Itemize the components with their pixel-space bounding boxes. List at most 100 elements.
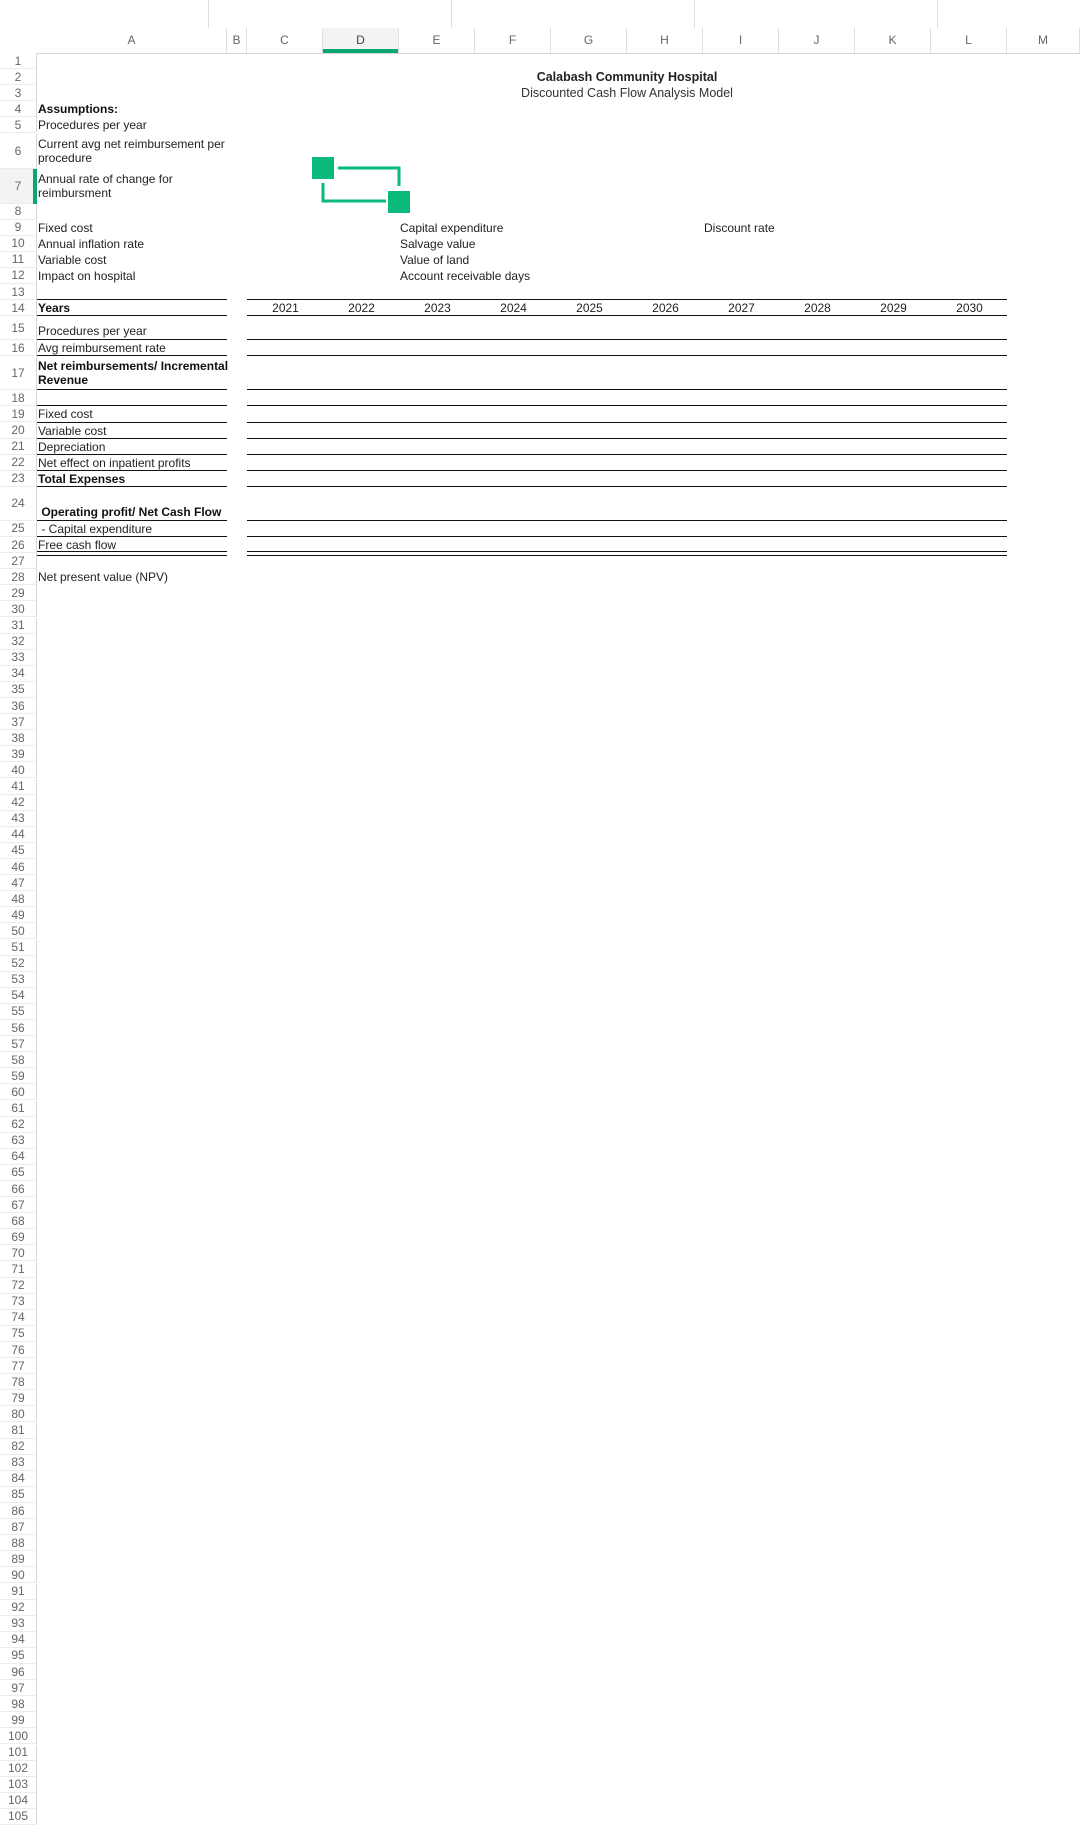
row-header-8[interactable]: 8 — [0, 203, 37, 220]
row-header-2[interactable]: 2 — [0, 69, 37, 86]
row-header-83[interactable]: 83 — [0, 1454, 37, 1471]
row-header-16[interactable]: 16 — [0, 340, 37, 357]
row-header-45[interactable]: 45 — [0, 842, 37, 859]
row-header-17[interactable]: 17 — [0, 356, 37, 391]
row-header-32[interactable]: 32 — [0, 633, 37, 650]
row-header-15[interactable]: 15 — [0, 316, 37, 341]
row-header-98[interactable]: 98 — [0, 1696, 37, 1713]
assumption-label[interactable]: Annual rate of change for reimbursment — [37, 172, 232, 200]
row-header-78[interactable]: 78 — [0, 1374, 37, 1391]
table-row-label[interactable]: Operating profit/ Net Cash Flow — [37, 505, 237, 519]
table-row-label[interactable]: Depreciation — [37, 440, 237, 454]
row-header-54[interactable]: 54 — [0, 987, 37, 1004]
row-header-26[interactable]: 26 — [0, 537, 37, 554]
assumption-label[interactable]: Fixed cost — [37, 221, 337, 235]
row-header-75[interactable]: 75 — [0, 1325, 37, 1342]
table-row-label[interactable]: Variable cost — [37, 424, 237, 438]
column-header-c[interactable]: C — [247, 28, 323, 53]
row-header-7[interactable]: 7 — [0, 168, 37, 204]
row-header-65[interactable]: 65 — [0, 1164, 37, 1181]
row-header-46[interactable]: 46 — [0, 859, 37, 876]
row-header-67[interactable]: 67 — [0, 1197, 37, 1214]
row-header-41[interactable]: 41 — [0, 778, 37, 795]
assumption-label[interactable]: Current avg net reimbursement per proced… — [37, 137, 232, 165]
row-header-5[interactable]: 5 — [0, 117, 37, 134]
connector-handle-end[interactable] — [388, 191, 410, 213]
year-header-2027[interactable]: 2027 — [703, 301, 779, 315]
row-header-85[interactable]: 85 — [0, 1486, 37, 1503]
column-header-d[interactable]: D — [323, 28, 399, 53]
row-header-82[interactable]: 82 — [0, 1438, 37, 1455]
row-header-66[interactable]: 66 — [0, 1181, 37, 1198]
table-row-label[interactable]: Net effect on inpatient profits — [37, 456, 237, 470]
row-header-61[interactable]: 61 — [0, 1100, 37, 1117]
column-header-a[interactable]: A — [37, 28, 227, 53]
column-header-e[interactable]: E — [399, 28, 475, 53]
row-header-93[interactable]: 93 — [0, 1615, 37, 1632]
row-header-89[interactable]: 89 — [0, 1551, 37, 1568]
row-header-59[interactable]: 59 — [0, 1068, 37, 1085]
assumption-label[interactable]: Capital expenditure — [399, 221, 599, 235]
row-header-21[interactable]: 21 — [0, 438, 37, 455]
row-header-44[interactable]: 44 — [0, 826, 37, 843]
table-row-label[interactable]: Total Expenses — [37, 472, 237, 486]
row-header-99[interactable]: 99 — [0, 1712, 37, 1729]
table-row-label[interactable]: Procedures per year — [37, 324, 237, 338]
column-header-k[interactable]: K — [855, 28, 931, 53]
assumption-label[interactable]: Annual inflation rate — [37, 237, 337, 251]
row-header-29[interactable]: 29 — [0, 585, 37, 602]
row-header-74[interactable]: 74 — [0, 1309, 37, 1326]
row-header-52[interactable]: 52 — [0, 955, 37, 972]
table-row-label[interactable]: - Capital expenditure — [37, 522, 237, 536]
row-header-14[interactable]: 14 — [0, 300, 37, 317]
year-header-2025[interactable]: 2025 — [551, 301, 627, 315]
row-header-56[interactable]: 56 — [0, 1020, 37, 1037]
year-header-2028[interactable]: 2028 — [779, 301, 855, 315]
row-header-4[interactable]: 4 — [0, 101, 37, 118]
row-header-10[interactable]: 10 — [0, 235, 37, 252]
year-header-2021[interactable]: 2021 — [247, 301, 323, 315]
row-header-94[interactable]: 94 — [0, 1631, 37, 1648]
row-header-48[interactable]: 48 — [0, 891, 37, 908]
row-header-28[interactable]: 28 — [0, 569, 37, 586]
row-header-80[interactable]: 80 — [0, 1406, 37, 1423]
column-header-g[interactable]: G — [551, 28, 627, 53]
row-header-97[interactable]: 97 — [0, 1680, 37, 1697]
npv-label[interactable]: Net present value (NPV) — [37, 570, 287, 584]
row-header-33[interactable]: 33 — [0, 649, 37, 666]
row-header-96[interactable]: 96 — [0, 1664, 37, 1681]
row-header-30[interactable]: 30 — [0, 601, 37, 618]
year-header-2030[interactable]: 2030 — [931, 301, 1007, 315]
row-header-12[interactable]: 12 — [0, 267, 37, 284]
year-header-2022[interactable]: 2022 — [323, 301, 399, 315]
assumption-label[interactable]: Value of land — [399, 253, 599, 267]
row-header-88[interactable]: 88 — [0, 1535, 37, 1552]
row-header-76[interactable]: 76 — [0, 1342, 37, 1359]
assumption-label[interactable]: Discount rate — [703, 221, 903, 235]
row-header-103[interactable]: 103 — [0, 1776, 37, 1793]
row-header-77[interactable]: 77 — [0, 1358, 37, 1375]
row-header-60[interactable]: 60 — [0, 1084, 37, 1101]
row-header-62[interactable]: 62 — [0, 1116, 37, 1133]
row-header-105[interactable]: 105 — [0, 1808, 37, 1825]
row-header-69[interactable]: 69 — [0, 1229, 37, 1246]
row-header-37[interactable]: 37 — [0, 714, 37, 731]
row-header-58[interactable]: 58 — [0, 1052, 37, 1069]
row-header-11[interactable]: 11 — [0, 251, 37, 268]
row-header-81[interactable]: 81 — [0, 1422, 37, 1439]
row-header-47[interactable]: 47 — [0, 875, 37, 892]
row-header-51[interactable]: 51 — [0, 939, 37, 956]
row-header-23[interactable]: 23 — [0, 470, 37, 487]
row-header-24[interactable]: 24 — [0, 486, 37, 521]
row-header-79[interactable]: 79 — [0, 1390, 37, 1407]
column-header-f[interactable]: F — [475, 28, 551, 53]
row-header-70[interactable]: 70 — [0, 1245, 37, 1262]
row-header-95[interactable]: 95 — [0, 1647, 37, 1664]
row-header-49[interactable]: 49 — [0, 907, 37, 924]
row-header-18[interactable]: 18 — [0, 390, 37, 407]
row-header-39[interactable]: 39 — [0, 746, 37, 763]
row-header-25[interactable]: 25 — [0, 520, 37, 537]
row-header-90[interactable]: 90 — [0, 1567, 37, 1584]
row-header-40[interactable]: 40 — [0, 762, 37, 779]
row-header-19[interactable]: 19 — [0, 406, 37, 423]
